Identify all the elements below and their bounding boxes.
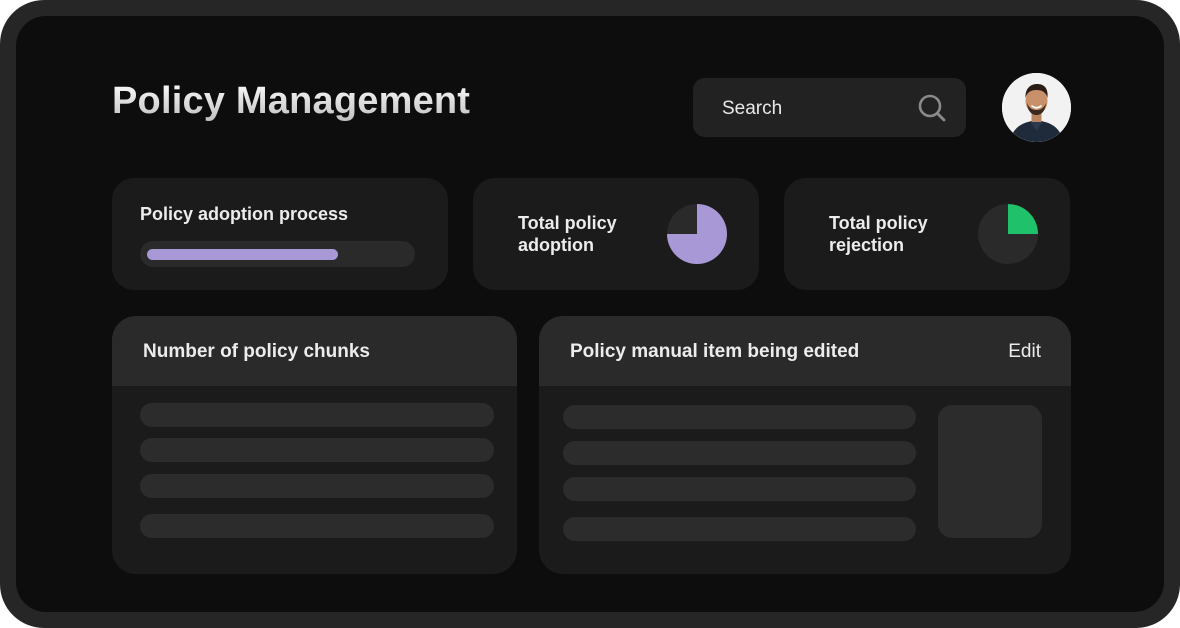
skeleton-line [140,474,494,498]
policy-manual-title: Policy manual item being edited [570,341,860,362]
total-rejection-pie-chart [978,204,1038,264]
policy-chunks-panel: Number of policy chunks [112,316,517,574]
search-icon[interactable] [917,93,947,123]
policy-manual-panel: Policy manual item being edited Edit [539,316,1071,574]
total-adoption-label-line1: Total policy [518,213,617,233]
total-policy-rejection-card: Total policy rejection [784,178,1070,290]
edit-button[interactable]: Edit [1008,341,1041,363]
policy-manual-panel-header: Policy manual item being edited Edit [539,316,1071,386]
skeleton-line [140,438,494,462]
skeleton-line [563,477,916,501]
total-rejection-pie-slice [1008,204,1038,234]
policy-chunks-panel-header: Number of policy chunks [112,316,517,386]
total-adoption-label-line2: adoption [518,235,594,255]
total-rejection-label-line2: rejection [829,235,905,255]
search-input[interactable]: Search [722,98,782,120]
skeleton-line [563,441,916,465]
total-rejection-label-line1: Total policy [829,213,928,233]
skeleton-line [563,405,916,429]
total-adoption-label: Total policy adoption [518,212,617,256]
image-placeholder [938,405,1042,538]
user-avatar[interactable] [1002,73,1071,142]
avatar-portrait [1002,73,1071,142]
policy-adoption-process-label: Policy adoption process [140,204,349,224]
adoption-progress-bar [140,241,415,267]
total-policy-adoption-card: Total policy adoption [473,178,759,290]
adoption-progress-fill [147,249,338,260]
skeleton-line [140,403,494,427]
total-rejection-label: Total policy rejection [829,212,928,256]
policy-chunks-title: Number of policy chunks [143,341,370,362]
total-adoption-pie-chart [667,204,727,264]
skeleton-line [563,517,916,541]
skeleton-line [140,514,494,538]
policy-adoption-process-card: Policy adoption process [112,178,448,290]
page-title: Policy Management [112,80,471,122]
device-frame: Policy Management Search Policy adoption… [0,0,1180,628]
search-box[interactable]: Search [693,78,966,137]
